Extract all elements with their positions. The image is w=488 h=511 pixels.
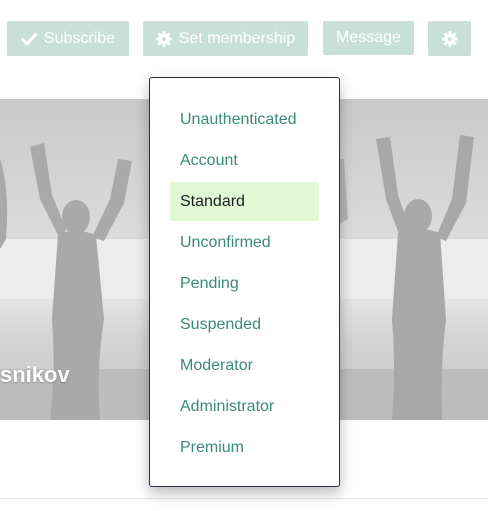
subscribe-label: Subscribe bbox=[43, 29, 116, 47]
set-membership-button[interactable]: Set membership bbox=[143, 21, 308, 56]
subscribe-button[interactable]: Subscribe bbox=[7, 21, 129, 56]
membership-option-suspended[interactable]: Suspended bbox=[170, 305, 319, 344]
membership-option-unconfirmed[interactable]: Unconfirmed bbox=[170, 223, 319, 262]
gear-icon bbox=[441, 30, 458, 47]
profile-name: snikov bbox=[0, 362, 70, 387]
gear-icon bbox=[155, 30, 172, 47]
membership-dropdown: Unauthenticated Account Standard Unconfi… bbox=[149, 77, 340, 487]
check-icon bbox=[20, 32, 37, 46]
membership-option-pending[interactable]: Pending bbox=[170, 264, 319, 303]
message-button[interactable]: Message bbox=[323, 21, 414, 55]
message-label: Message bbox=[336, 29, 401, 46]
membership-option-standard[interactable]: Standard bbox=[170, 182, 319, 221]
membership-option-premium[interactable]: Premium bbox=[170, 428, 319, 467]
membership-option-moderator[interactable]: Moderator bbox=[170, 346, 319, 385]
section-divider bbox=[0, 498, 488, 499]
membership-option-administrator[interactable]: Administrator bbox=[170, 387, 319, 426]
set-membership-label: Set membership bbox=[178, 29, 296, 47]
settings-button[interactable] bbox=[428, 21, 471, 56]
profile-toolbar: Subscribe Set membership Message bbox=[0, 0, 488, 70]
membership-option-unauthenticated[interactable]: Unauthenticated bbox=[170, 100, 319, 139]
membership-option-account[interactable]: Account bbox=[170, 141, 319, 180]
